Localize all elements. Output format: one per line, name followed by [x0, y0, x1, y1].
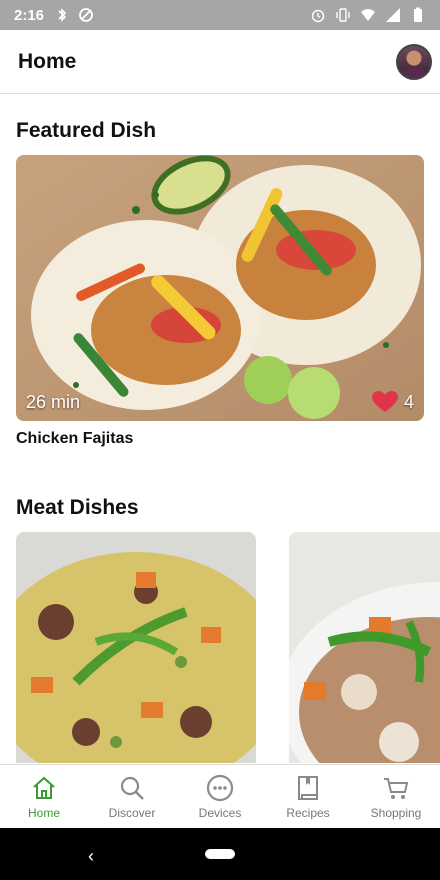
vibrate-icon [336, 8, 350, 22]
battery-icon [414, 7, 422, 22]
heart-icon [371, 391, 398, 412]
home-content[interactable]: Featured Dish 26 min 4 Chicken Fajitas M… [0, 95, 440, 763]
nav-devices[interactable]: Devices [176, 765, 264, 829]
meat-dish-card[interactable] [16, 532, 256, 763]
bottom-navigation: Home Discover Devices Recipes Shopping [0, 764, 440, 829]
alarm-icon [311, 9, 325, 23]
cook-time: 26 min [26, 392, 81, 412]
avatar[interactable] [396, 44, 432, 80]
nav-home[interactable]: Home [0, 765, 88, 829]
home-icon [33, 776, 55, 799]
likes-count: 4 [403, 391, 414, 412]
search-icon [120, 776, 144, 800]
meat-dish-image [289, 532, 440, 763]
nav-recipes-label: Recipes [286, 806, 330, 820]
data-saver-icon [79, 8, 93, 22]
status-bar: 2:16 [0, 0, 440, 30]
nav-discover-label: Discover [108, 806, 156, 820]
meat-dish-image [16, 532, 256, 763]
app-bar: Home [0, 30, 440, 94]
nav-home-label: Home [27, 806, 60, 820]
featured-dish-image [16, 155, 424, 421]
system-nav-bar: ‹ [0, 828, 440, 880]
featured-section-title: Featured Dish [16, 119, 157, 142]
signal-icon [386, 8, 400, 22]
status-time: 2:16 [14, 6, 45, 24]
home-pill[interactable] [205, 849, 235, 859]
likes-counter[interactable]: 4 [371, 391, 414, 413]
cart-icon [384, 778, 409, 799]
nav-shopping-label: Shopping [370, 806, 422, 820]
devices-icon [206, 774, 234, 802]
nav-discover[interactable]: Discover [88, 765, 176, 829]
book-icon [298, 776, 318, 800]
meat-section-title: Meat Dishes [16, 496, 139, 519]
wifi-icon [361, 9, 375, 21]
page-title: Home [18, 50, 77, 73]
nav-devices-label: Devices [198, 806, 242, 820]
nav-recipes[interactable]: Recipes [264, 765, 352, 829]
bluetooth-icon [58, 8, 67, 22]
meat-dish-card[interactable] [289, 532, 440, 763]
nav-shopping[interactable]: Shopping [352, 765, 440, 829]
back-icon[interactable]: ‹ [88, 846, 94, 867]
featured-dish-card[interactable]: 26 min 4 [16, 155, 424, 421]
featured-dish-name[interactable]: Chicken Fajitas [16, 430, 133, 448]
